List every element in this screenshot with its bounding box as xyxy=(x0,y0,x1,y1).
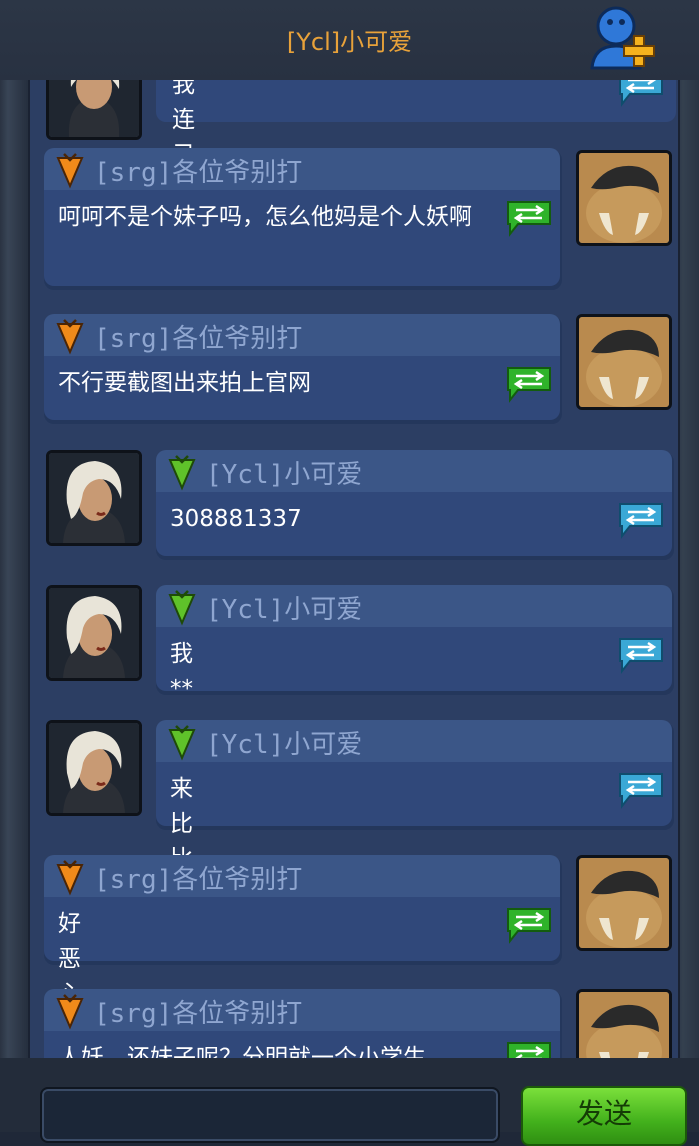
sender-name[interactable]: [srg]各位爷别打 xyxy=(94,859,302,896)
translate-icon[interactable] xyxy=(504,364,554,404)
orange-rank-badge-icon xyxy=(54,316,86,356)
chat-message-list[interactable]: 我 连弓的 [srg]各位爷别打 呵呵不是个妹子吗，怎么他妈是个人妖啊 xyxy=(28,80,680,1058)
green-rank-badge-icon xyxy=(166,452,198,492)
message-text: 308881337 xyxy=(170,506,302,532)
add-friend-icon[interactable] xyxy=(584,2,664,72)
translate-icon[interactable] xyxy=(504,1039,554,1058)
message-text: 人妖，还妹子呢？分明就一个小学生 xyxy=(58,1045,426,1058)
avatar[interactable] xyxy=(576,150,672,246)
avatar[interactable] xyxy=(46,80,142,140)
sender-name[interactable]: [Ycl]小可爱 xyxy=(206,589,362,626)
translate-icon[interactable] xyxy=(504,198,554,238)
message-bubble xyxy=(156,762,672,826)
avatar[interactable] xyxy=(576,989,672,1058)
message-text: 我** xyxy=(170,641,193,702)
send-button[interactable]: 发送 xyxy=(521,1086,687,1146)
avatar[interactable] xyxy=(46,720,142,816)
message-text: 不行要截图出来拍上官网 xyxy=(58,370,311,396)
translate-icon[interactable] xyxy=(616,770,666,810)
sender-name[interactable]: [srg]各位爷别打 xyxy=(94,152,302,189)
green-rank-badge-icon xyxy=(166,587,198,627)
green-rank-badge-icon xyxy=(166,722,198,762)
translate-icon[interactable] xyxy=(616,635,666,675)
message-input[interactable] xyxy=(40,1087,500,1143)
avatar[interactable] xyxy=(46,585,142,681)
chat-header: [Ycl]小可爱 xyxy=(0,0,699,80)
message-text: 呵呵不是个妹子吗，怎么他妈是个人妖啊 xyxy=(58,204,472,230)
message-bubble xyxy=(44,897,560,961)
avatar[interactable] xyxy=(576,855,672,951)
sender-name[interactable]: [Ycl]小可爱 xyxy=(206,454,362,491)
translate-icon[interactable] xyxy=(504,905,554,945)
avatar[interactable] xyxy=(576,314,672,410)
sender-name[interactable]: [srg]各位爷别打 xyxy=(94,993,302,1030)
sender-name[interactable]: [Ycl]小可爱 xyxy=(206,724,362,761)
avatar[interactable] xyxy=(46,450,142,546)
orange-rank-badge-icon xyxy=(54,150,86,190)
message-bubble xyxy=(156,80,676,122)
orange-rank-badge-icon xyxy=(54,991,86,1031)
translate-icon[interactable] xyxy=(616,80,666,108)
translate-icon[interactable] xyxy=(616,500,666,540)
orange-rank-badge-icon xyxy=(54,857,86,897)
sender-name[interactable]: [srg]各位爷别打 xyxy=(94,318,302,355)
message-bubble xyxy=(156,627,672,691)
